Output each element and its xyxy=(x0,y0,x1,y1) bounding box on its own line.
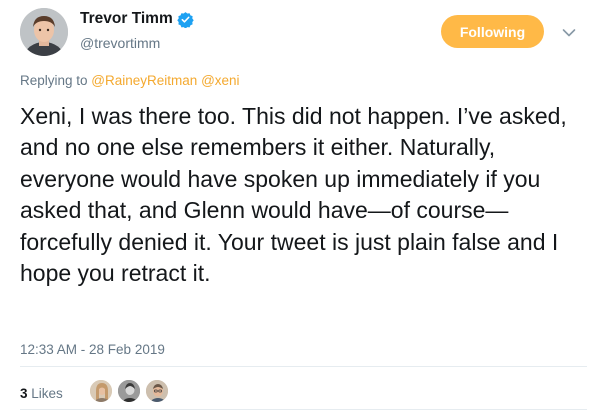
author-display-name[interactable]: Trevor Timm xyxy=(80,10,173,28)
verified-badge-icon xyxy=(177,11,194,28)
liker-avatar-3[interactable] xyxy=(145,379,169,403)
chevron-down-icon[interactable] xyxy=(562,25,576,37)
likes-number: 3 xyxy=(20,386,28,401)
user-avatar-icon xyxy=(90,380,112,402)
likes-count[interactable]: 3 Likes xyxy=(20,386,63,401)
liker-avatar-2[interactable] xyxy=(117,379,141,403)
replying-to-label: Replying to xyxy=(20,73,92,88)
following-button[interactable]: Following xyxy=(441,15,544,48)
user-avatar-icon xyxy=(20,8,68,56)
likes-label: Likes xyxy=(31,386,63,401)
user-avatar-icon xyxy=(146,380,168,402)
tweet-card: Trevor Timm @trevortimm Following Replyi… xyxy=(0,0,607,411)
tweet-text: Xeni, I was there too. This did not happ… xyxy=(20,103,567,287)
author-handle[interactable]: @trevortimm xyxy=(80,35,160,51)
mention-link[interactable]: @RaineyReitman xyxy=(91,73,197,88)
divider xyxy=(20,409,587,410)
user-avatar-icon xyxy=(118,380,140,402)
divider xyxy=(20,366,587,367)
author-name-row: Trevor Timm xyxy=(80,10,194,28)
mention-link[interactable]: @xeni xyxy=(201,73,239,88)
liker-avatar-1[interactable] xyxy=(89,379,113,403)
replying-to: Replying to @RaineyReitman @xeni xyxy=(20,73,240,88)
author-avatar[interactable] xyxy=(20,8,68,56)
tweet-timestamp[interactable]: 12:33 AM - 28 Feb 2019 xyxy=(20,342,165,357)
